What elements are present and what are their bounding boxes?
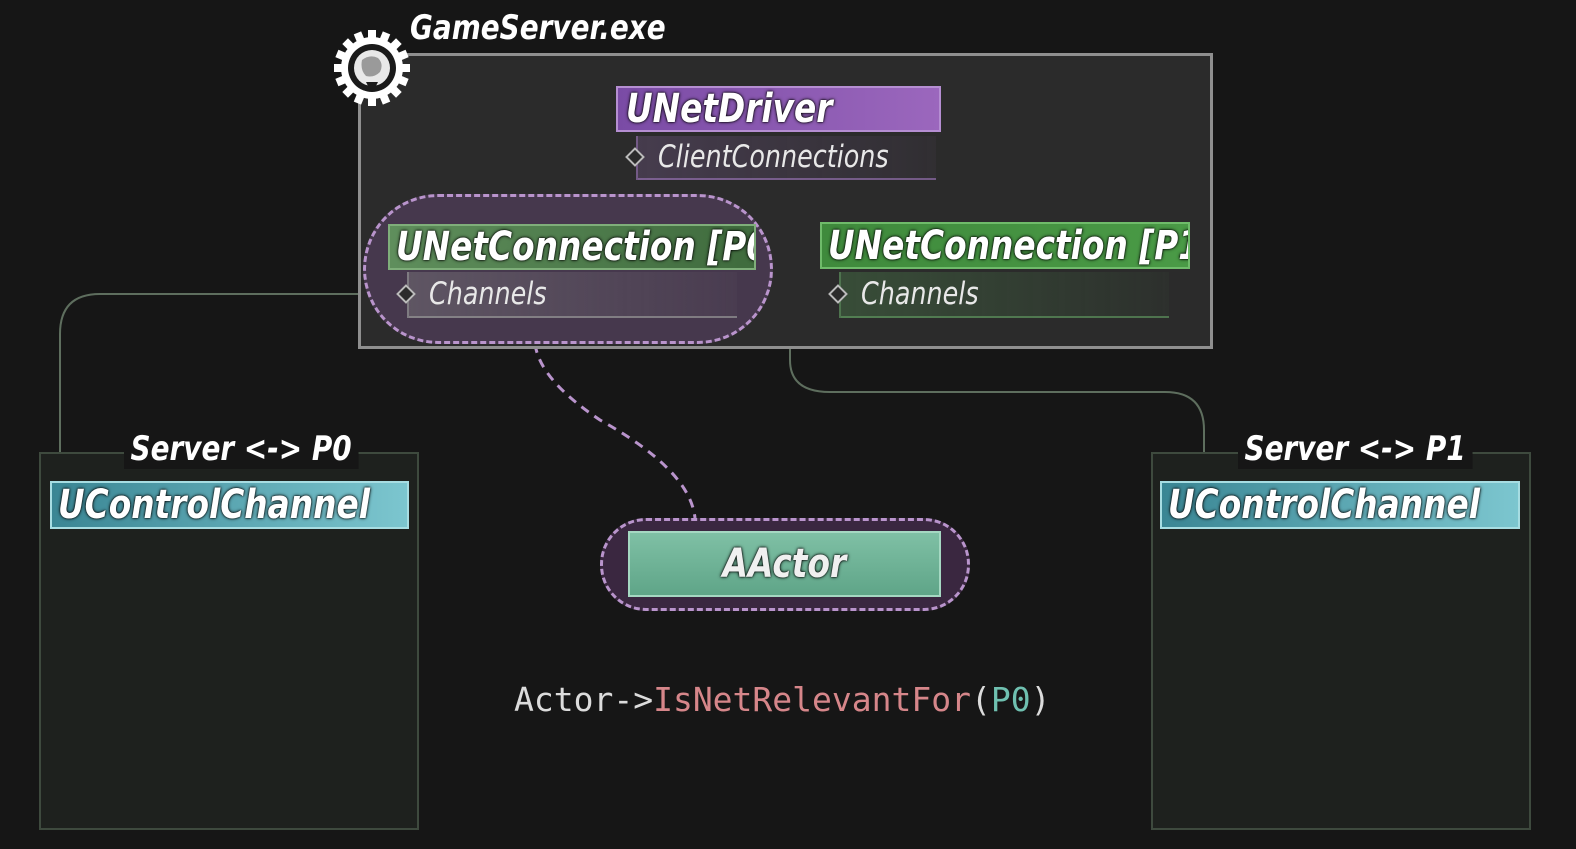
net-driver-node: UNetDriver — [616, 86, 941, 132]
control-channel-p1: UControlChannel — [1160, 481, 1520, 529]
net-driver-label: UNetDriver — [626, 86, 833, 132]
channel-group-p1-label: Server <-> P1 — [1238, 429, 1473, 469]
client-connections-label: ClientConnections — [658, 139, 889, 175]
gear-globe-icon — [334, 30, 410, 106]
actor-label: AActor — [722, 541, 847, 587]
server-title: GameServer.exe — [410, 8, 666, 48]
connection-p1-label: UNetConnection [P1] — [828, 222, 1190, 269]
connection-p1-channels-property: Channels — [839, 272, 1169, 318]
client-connections-property: ClientConnections — [636, 136, 936, 180]
connection-p0-channels-label: Channels — [429, 276, 547, 312]
relevancy-dashed-link — [533, 343, 697, 519]
control-channel-p0-label: UControlChannel — [58, 482, 370, 528]
connection-p0-node: UNetConnection [P0] — [388, 224, 756, 270]
connection-p0-label: UNetConnection [P0] — [396, 224, 756, 270]
code-argument: P0 — [990, 680, 1031, 719]
code-object: Actor-> — [514, 680, 654, 719]
code-function: IsNetRelevantFor — [653, 680, 971, 719]
channel-group-p0-label: Server <-> P0 — [124, 429, 359, 469]
control-channel-p0: UControlChannel — [50, 481, 409, 529]
connection-p0-channels-property: Channels — [407, 272, 737, 318]
relevancy-code-snippet: Actor->IsNetRelevantFor(P0) — [514, 680, 1050, 719]
control-channel-p1-label: UControlChannel — [1168, 482, 1480, 528]
actor-node: AActor — [628, 531, 941, 597]
connection-p1-channels-label: Channels — [861, 276, 979, 312]
connection-p1-node: UNetConnection [P1] — [820, 222, 1190, 269]
code-open-paren: ( — [970, 680, 991, 719]
code-close-paren: ) — [1030, 680, 1051, 719]
